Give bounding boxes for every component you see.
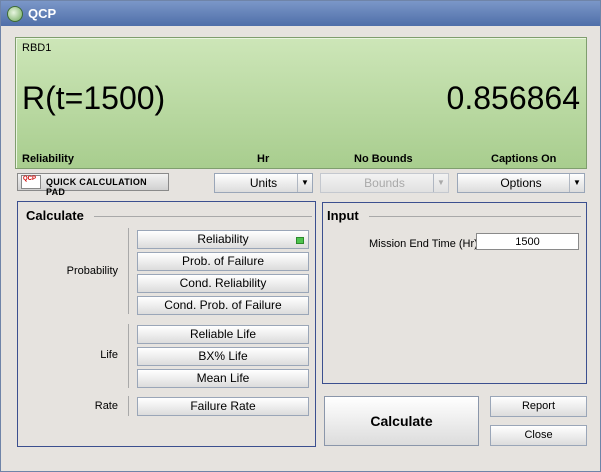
qcp-button-label: Quick Calculation Pad bbox=[46, 177, 147, 197]
result-display: RBD1 R(t=1500) 0.856864 Reliability Hr N… bbox=[15, 37, 587, 169]
reliability-button-label: Reliability bbox=[197, 232, 249, 246]
title-bar[interactable]: QCP bbox=[1, 1, 600, 26]
result-value: 0.856864 bbox=[446, 80, 580, 116]
rate-bracket bbox=[128, 396, 129, 416]
active-indicator-icon bbox=[296, 237, 304, 244]
life-label: Life bbox=[100, 349, 118, 361]
units-dropdown[interactable]: Units ▼ bbox=[214, 173, 313, 193]
calculate-panel: Calculate Probability Reliability Prob. … bbox=[17, 201, 316, 447]
mean-life-button[interactable]: Mean Life bbox=[137, 369, 309, 388]
report-button[interactable]: Report bbox=[490, 396, 587, 417]
close-button[interactable]: Close bbox=[490, 425, 587, 446]
status-bounds: No Bounds bbox=[354, 153, 413, 165]
app-icon bbox=[7, 6, 23, 22]
life-bracket bbox=[128, 324, 129, 388]
cond-reliability-button[interactable]: Cond. Reliability bbox=[137, 274, 309, 293]
probability-bracket bbox=[128, 228, 129, 314]
bounds-label: Bounds bbox=[364, 176, 405, 190]
quick-calculation-pad-button[interactable]: QCP Quick Calculation Pad bbox=[17, 173, 169, 197]
status-units: Hr bbox=[257, 153, 270, 165]
rate-label: Rate bbox=[94, 400, 118, 412]
result-formula: R(t=1500) bbox=[22, 80, 166, 116]
chevron-down-icon: ▼ bbox=[297, 174, 312, 192]
mission-end-time-label: Mission End Time (Hr) bbox=[369, 238, 478, 250]
window-title: QCP bbox=[28, 6, 57, 21]
calculate-title: Calculate bbox=[26, 208, 84, 223]
input-panel: Input Mission End Time (Hr) bbox=[322, 202, 587, 384]
mission-end-time-input[interactable] bbox=[476, 233, 579, 250]
options-label: Options bbox=[500, 176, 542, 190]
chevron-down-icon: ▼ bbox=[569, 174, 584, 192]
probability-label: Probability bbox=[66, 265, 118, 277]
bx-life-button[interactable]: BX% Life bbox=[137, 347, 309, 366]
qcp-window: QCP RBD1 R(t=1500) 0.856864 Reliability … bbox=[0, 0, 601, 472]
prob-of-failure-button[interactable]: Prob. of Failure bbox=[137, 252, 309, 271]
input-divider bbox=[369, 216, 581, 217]
status-metric: Reliability bbox=[22, 153, 74, 165]
calculate-divider bbox=[94, 216, 312, 217]
reliable-life-button[interactable]: Reliable Life bbox=[137, 325, 309, 344]
cond-prob-of-failure-button[interactable]: Cond. Prob. of Failure bbox=[137, 296, 309, 315]
options-dropdown[interactable]: Options ▼ bbox=[457, 173, 585, 193]
chevron-down-icon: ▼ bbox=[433, 174, 448, 192]
model-name: RBD1 bbox=[22, 42, 52, 54]
calculate-button[interactable]: Calculate bbox=[324, 396, 479, 446]
bounds-dropdown[interactable]: Bounds ▼ bbox=[320, 173, 449, 193]
reliability-button[interactable]: Reliability bbox=[137, 230, 309, 249]
status-captions: Captions On bbox=[491, 153, 557, 165]
failure-rate-button[interactable]: Failure Rate bbox=[137, 397, 309, 416]
qcp-logo-icon: QCP bbox=[21, 175, 41, 189]
units-label: Units bbox=[249, 176, 278, 190]
input-title: Input bbox=[327, 208, 359, 223]
